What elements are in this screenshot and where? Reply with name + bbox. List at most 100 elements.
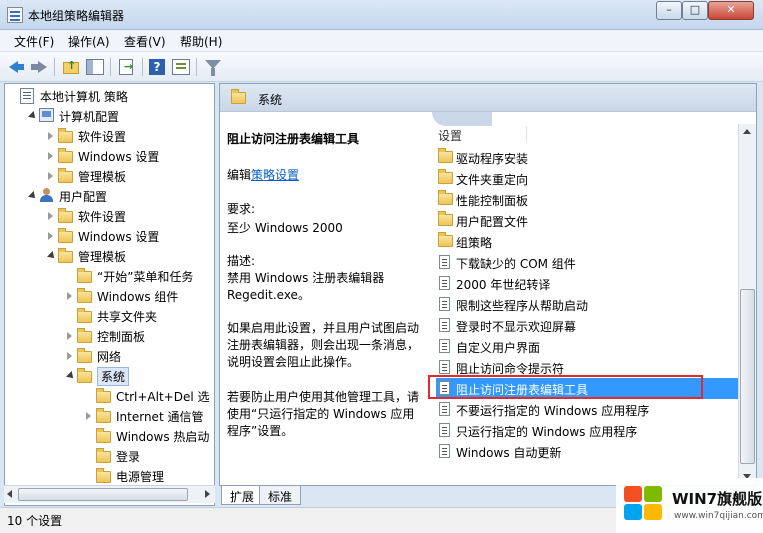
list-vertical-scrollbar[interactable] [738, 124, 756, 484]
scroll-thumb[interactable] [740, 289, 755, 464]
folder-icon [96, 388, 111, 403]
folder-icon [231, 89, 246, 104]
collapsed-arrow-icon[interactable] [48, 172, 53, 180]
expanded-arrow-icon[interactable] [28, 191, 38, 201]
expanded-arrow-icon[interactable] [66, 371, 76, 381]
folder-icon [77, 308, 92, 323]
menu-action[interactable]: 操作(A) [68, 33, 110, 50]
list-item-folder[interactable]: 组策略 [436, 231, 742, 252]
menu-view[interactable]: 查看(V) [124, 33, 166, 50]
tree-node[interactable]: 软件设置 [5, 206, 214, 226]
tab-extended[interactable]: 扩展 [221, 486, 264, 505]
tree-node[interactable]: 计算机配置 [5, 106, 214, 126]
list-item-setting[interactable]: 下载缺少的 COM 组件 [436, 252, 742, 273]
tab-standard[interactable]: 标准 [259, 486, 302, 505]
policy-editor-icon [7, 7, 23, 23]
list-item-setting[interactable]: 登录时不显示欢迎屏幕 [436, 315, 742, 336]
collapsed-arrow-icon[interactable] [67, 332, 72, 340]
minimize-button[interactable]: – [656, 1, 682, 20]
list-item-setting[interactable]: Windows 自动更新 [436, 441, 742, 462]
collapsed-arrow-icon[interactable] [48, 212, 53, 220]
help-button[interactable]: ? [146, 56, 168, 78]
tree-node[interactable]: Windows 组件 [5, 286, 214, 306]
export-list-button[interactable] [116, 56, 138, 78]
tree-node-label: Windows 设置 [78, 230, 160, 244]
tree-node[interactable]: Windows 热启动 [5, 426, 214, 446]
back-button[interactable] [6, 56, 28, 78]
tree-node[interactable]: Windows 设置 [5, 146, 214, 166]
tree-node[interactable]: 登录 [5, 446, 214, 466]
list-item-setting[interactable]: 只运行指定的 Windows 应用程序 [436, 420, 742, 441]
folder-icon [58, 148, 73, 163]
properties-button[interactable] [170, 56, 192, 78]
list-item-setting[interactable]: 限制这些程序从帮助启动 [436, 294, 742, 315]
tree-node[interactable]: 用户配置 [5, 186, 214, 206]
tree-node[interactable]: 软件设置 [5, 126, 214, 146]
folder-icon [438, 148, 453, 163]
list-item-label: 驱动程序安装 [456, 152, 529, 166]
edit-prefix: 编辑 [227, 168, 252, 182]
collapsed-arrow-icon[interactable] [48, 232, 53, 240]
folder-icon [58, 168, 73, 183]
list-item-label: Windows 自动更新 [456, 446, 562, 460]
tree-node[interactable]: Windows 设置 [5, 226, 214, 246]
list-item-folder[interactable]: 文件夹重定向 [436, 168, 742, 189]
collapsed-arrow-icon[interactable] [86, 412, 91, 420]
list-item-folder[interactable]: 用户配置文件 [436, 210, 742, 231]
tree-node-label: Internet 通信管 [116, 410, 204, 424]
tree-node[interactable]: 管理模板 [5, 246, 214, 266]
toolbar-separator [54, 58, 55, 76]
tree-node-label: 管理模板 [78, 170, 127, 184]
scroll-left-icon[interactable] [7, 490, 12, 498]
forward-button[interactable] [28, 56, 50, 78]
maximize-button[interactable]: □ [682, 1, 708, 20]
filter-button[interactable] [202, 56, 224, 78]
show-hide-tree-button[interactable] [84, 56, 106, 78]
description-panel: 阻止访问注册表编辑工具 编辑策略设置 要求: 至少 Windows 2000 描… [220, 112, 432, 485]
list-item-folder[interactable]: 性能控制面板 [436, 189, 742, 210]
tree-node[interactable]: 共享文件夹 [5, 306, 214, 326]
edit-policy-link[interactable]: 策略设置 [251, 168, 299, 182]
collapsed-arrow-icon[interactable] [48, 132, 53, 140]
column-divider[interactable] [526, 126, 527, 142]
column-header-setting[interactable]: 设置 [438, 127, 462, 144]
list-item-folder[interactable]: 驱动程序安装 [436, 147, 742, 168]
menu-help[interactable]: 帮助(H) [180, 33, 222, 50]
policy-setting-icon [439, 444, 450, 458]
scroll-up-icon[interactable] [743, 129, 751, 134]
tree-node[interactable]: 系统 [5, 366, 214, 386]
list-item-setting[interactable]: 不要运行指定的 Windows 应用程序 [436, 399, 742, 420]
expanded-arrow-icon[interactable] [47, 251, 57, 261]
toolbar: ? [0, 52, 763, 82]
tree-node-label: 软件设置 [78, 210, 127, 224]
list-item-label: 2000 年世纪转译 [456, 278, 551, 292]
scroll-right-icon[interactable] [205, 490, 210, 498]
folder-icon [438, 169, 453, 184]
list-item-setting[interactable]: 自定义用户界面 [436, 336, 742, 357]
tree-node[interactable]: Internet 通信管 [5, 406, 214, 426]
watermark-url: www.win7qijian.com [674, 511, 763, 521]
toolbar-separator [142, 58, 143, 76]
tree-node[interactable]: 网络 [5, 346, 214, 366]
properties-icon [172, 59, 190, 75]
collapsed-arrow-icon[interactable] [67, 352, 72, 360]
export-icon [119, 59, 133, 75]
tree-node[interactable]: 本地计算机 策略 [5, 86, 214, 106]
expanded-arrow-icon[interactable] [28, 111, 38, 121]
toolbar-separator [110, 58, 111, 76]
tree-node[interactable]: 电源管理 [5, 466, 214, 486]
tree-horizontal-scrollbar[interactable] [4, 485, 215, 503]
description-text: 说明设置会阻止此操作。 [227, 355, 360, 369]
menu-file[interactable]: 文件(F) [14, 33, 54, 50]
scroll-thumb[interactable] [18, 488, 188, 501]
close-button[interactable]: ✕ [708, 1, 754, 20]
up-one-level-button[interactable] [60, 56, 82, 78]
tree-node[interactable]: “开始”菜单和任务 [5, 266, 214, 286]
list-item-setting[interactable]: 2000 年世纪转译 [436, 273, 742, 294]
tree-node[interactable]: 控制面板 [5, 326, 214, 346]
window-title: 本地组策略编辑器 [28, 9, 125, 23]
collapsed-arrow-icon[interactable] [48, 152, 53, 160]
tree-node[interactable]: 管理模板 [5, 166, 214, 186]
tree-node[interactable]: Ctrl+Alt+Del 选 [5, 386, 214, 406]
collapsed-arrow-icon[interactable] [67, 292, 72, 300]
